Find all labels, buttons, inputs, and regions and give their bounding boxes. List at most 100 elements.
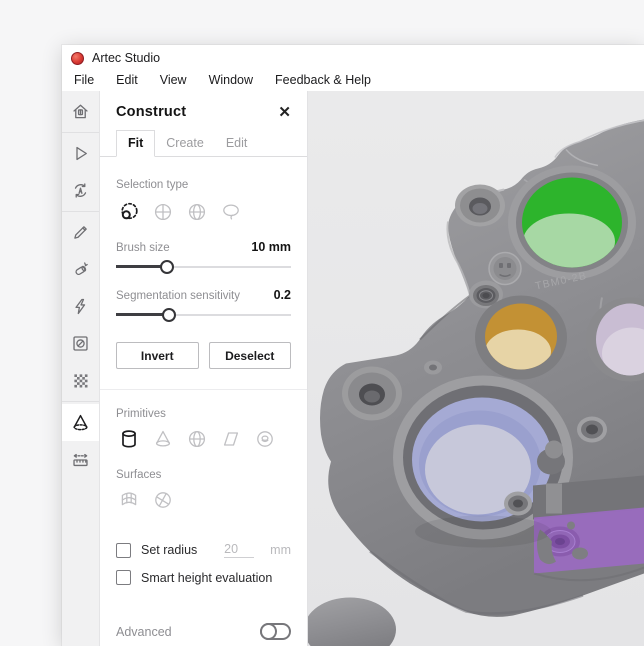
segmentation-slider[interactable] xyxy=(116,308,291,322)
ruler-icon xyxy=(70,449,91,470)
brush-size-label: Brush size xyxy=(116,242,170,254)
brush-size-value: 10 mm xyxy=(251,240,291,254)
plane-icon xyxy=(219,427,243,451)
toolbar-separator xyxy=(62,132,99,133)
model-canvas: TBM0-2B xyxy=(308,91,644,646)
cone-icon xyxy=(70,412,91,433)
screw-head xyxy=(504,492,532,516)
sidebar-item-eraser[interactable] xyxy=(62,251,99,288)
set-radius-input[interactable]: 20 xyxy=(224,542,254,558)
toolbar-separator xyxy=(62,211,99,212)
segmentation-label: Segmentation sensitivity xyxy=(116,290,240,302)
menu-feedback-help[interactable]: Feedback & Help xyxy=(275,73,371,87)
menu-view[interactable]: View xyxy=(160,73,187,87)
smart-height-label: Smart height evaluation xyxy=(141,571,272,585)
bolt-boss xyxy=(455,185,505,227)
brush-dotted-circle-icon xyxy=(117,200,141,224)
checkerboard-icon xyxy=(70,370,91,391)
set-radius-checkbox[interactable] xyxy=(116,543,131,558)
cylinder-icon xyxy=(117,427,141,451)
home-icon xyxy=(70,101,91,122)
rectangle-select-button[interactable] xyxy=(150,199,175,224)
sidebar-item-construct[interactable] xyxy=(62,404,99,441)
menu-bar: File Edit View Window Feedback & Help xyxy=(62,69,644,91)
smart-height-row: Smart height evaluation xyxy=(116,570,291,585)
tab-create[interactable]: Create xyxy=(155,131,215,156)
close-icon[interactable]: ✕ xyxy=(278,105,291,120)
brush-size-slider[interactable] xyxy=(116,260,291,274)
panel-divider xyxy=(100,389,307,390)
brush-select-button[interactable] xyxy=(116,199,141,224)
slider-knob[interactable] xyxy=(160,260,174,274)
purple-bar[interactable] xyxy=(534,508,644,574)
green-hole[interactable] xyxy=(508,166,636,280)
app-window: Artec Studio File Edit View Window Feedb… xyxy=(62,45,644,646)
brush-size-row: Brush size 10 mm xyxy=(116,240,291,254)
lasso-select-button[interactable] xyxy=(218,199,243,224)
tab-fit[interactable]: Fit xyxy=(116,130,155,157)
ellipse-select-button[interactable] xyxy=(184,199,209,224)
deselect-button[interactable]: Deselect xyxy=(209,342,292,369)
tab-edit[interactable]: Edit xyxy=(215,131,259,156)
advanced-label: Advanced xyxy=(116,625,172,639)
segmentation-value: 0.2 xyxy=(274,288,291,302)
orange-hole[interactable] xyxy=(475,296,567,380)
curved-surface-button[interactable] xyxy=(116,487,141,512)
slider-knob[interactable] xyxy=(162,308,176,322)
sidebar-item-publish[interactable] xyxy=(62,325,99,362)
sidebar-item-texture[interactable] xyxy=(62,362,99,399)
menu-file[interactable]: File xyxy=(74,73,94,87)
small-bump xyxy=(424,361,442,375)
cylinder-primitive-button[interactable] xyxy=(116,426,141,451)
torus-icon xyxy=(253,427,277,451)
invert-button[interactable]: Invert xyxy=(116,342,199,369)
circle-ellipse-icon xyxy=(185,200,209,224)
selection-type-label: Selection type xyxy=(116,179,291,191)
window-title: Artec Studio xyxy=(92,51,160,65)
curved-surface-icon xyxy=(117,488,141,512)
cone-primitive-button[interactable] xyxy=(150,426,175,451)
channel-notch xyxy=(546,484,562,514)
circle-grid-icon xyxy=(151,200,175,224)
surfaces-label: Surfaces xyxy=(116,469,291,481)
primitives-group xyxy=(116,426,291,451)
set-radius-unit: mm xyxy=(270,543,291,557)
sidebar-item-scan[interactable] xyxy=(62,135,99,172)
sidebar-item-measure[interactable] xyxy=(62,441,99,478)
sidebar-item-autopilot[interactable] xyxy=(62,172,99,209)
toolbar-separator xyxy=(62,401,99,402)
screw-head xyxy=(577,417,607,443)
set-radius-row: Set radius 20 mm xyxy=(116,542,291,558)
advanced-toggle[interactable] xyxy=(260,623,291,640)
cone-icon xyxy=(151,427,175,451)
sidebar-item-editor[interactable] xyxy=(62,214,99,251)
set-radius-label: Set radius xyxy=(141,543,197,557)
sidebar-item-home[interactable] xyxy=(62,93,99,130)
corner-boss xyxy=(342,367,402,421)
menu-window[interactable]: Window xyxy=(209,73,253,87)
circle-slash-icon xyxy=(70,333,91,354)
construct-panel: Construct ✕ Fit Create Edit Selection ty… xyxy=(100,91,308,646)
segmentation-row: Segmentation sensitivity 0.2 xyxy=(116,288,291,302)
selection-type-group xyxy=(116,199,291,224)
freeform-surface-icon xyxy=(151,488,175,512)
sphere-icon xyxy=(185,427,209,451)
app-icon xyxy=(71,52,84,65)
sphere-primitive-button[interactable] xyxy=(184,426,209,451)
torus-primitive-button[interactable] xyxy=(252,426,277,451)
plane-primitive-button[interactable] xyxy=(218,426,243,451)
viewport-3d[interactable]: TBM0-2B xyxy=(308,91,644,646)
panel-tabs: Fit Create Edit xyxy=(100,130,307,157)
left-toolbar xyxy=(62,91,100,646)
sidebar-item-fix[interactable] xyxy=(62,288,99,325)
freeform-surface-button[interactable] xyxy=(150,487,175,512)
menu-edit[interactable]: Edit xyxy=(116,73,138,87)
smart-height-checkbox[interactable] xyxy=(116,570,131,585)
play-icon xyxy=(70,143,91,164)
panel-title: Construct xyxy=(116,104,186,120)
model-foot xyxy=(308,598,396,646)
desktop: Artec Studio File Edit View Window Feedb… xyxy=(0,0,644,646)
title-bar: Artec Studio xyxy=(62,45,644,69)
primitives-label: Primitives xyxy=(116,408,291,420)
surfaces-group xyxy=(116,487,291,512)
